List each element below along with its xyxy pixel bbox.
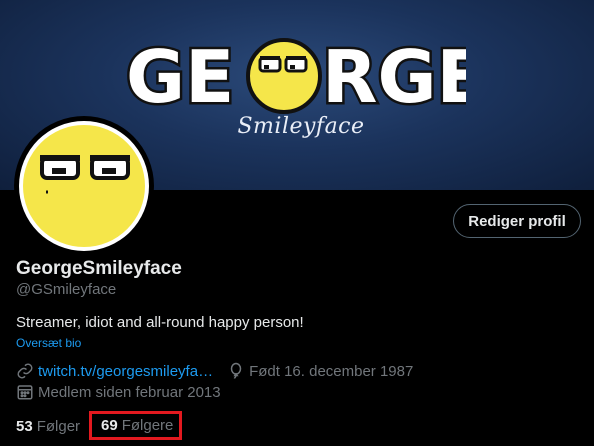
followers-label: Følgere bbox=[121, 417, 174, 434]
svg-text:GE: GE bbox=[126, 36, 234, 116]
following-label: Følger bbox=[36, 417, 81, 435]
link-icon bbox=[16, 362, 34, 380]
edit-profile-button[interactable]: Rediger profil bbox=[453, 204, 581, 238]
smiley-face-icon bbox=[23, 125, 145, 247]
following-link[interactable]: 53 Følger bbox=[16, 418, 80, 435]
joined-date: Medlem siden februar 2013 bbox=[38, 383, 221, 401]
profile-meta-row: twitch.tv/georgesmileyfa… Født 16. decem… bbox=[16, 362, 413, 380]
svg-text:RGE: RGE bbox=[322, 36, 466, 116]
logo-smiley-icon bbox=[246, 38, 322, 114]
birthdate: Født 16. december 1987 bbox=[249, 362, 414, 380]
bio: Streamer, idiot and all-round happy pers… bbox=[16, 314, 304, 331]
avatar[interactable] bbox=[14, 116, 154, 256]
display-name: GeorgeSmileyface bbox=[16, 258, 182, 279]
handle: @GSmileyface bbox=[16, 281, 117, 298]
followers-count: 69 bbox=[101, 417, 118, 434]
balloon-icon bbox=[227, 362, 245, 380]
followers-link[interactable]: 69 Følgere bbox=[89, 411, 183, 440]
calendar-icon bbox=[16, 383, 34, 401]
website-link[interactable]: twitch.tv/georgesmileyfa… bbox=[38, 363, 213, 380]
joined-row: Medlem siden februar 2013 bbox=[16, 383, 221, 401]
george-logo: GE RGE bbox=[126, 36, 466, 116]
follow-stats: 53 Følger 69 Følgere bbox=[16, 411, 183, 440]
following-count: 53 bbox=[16, 417, 33, 435]
logo-subtext: Smileyface bbox=[237, 114, 365, 139]
translate-bio-link[interactable]: Oversæt bio bbox=[16, 336, 81, 350]
